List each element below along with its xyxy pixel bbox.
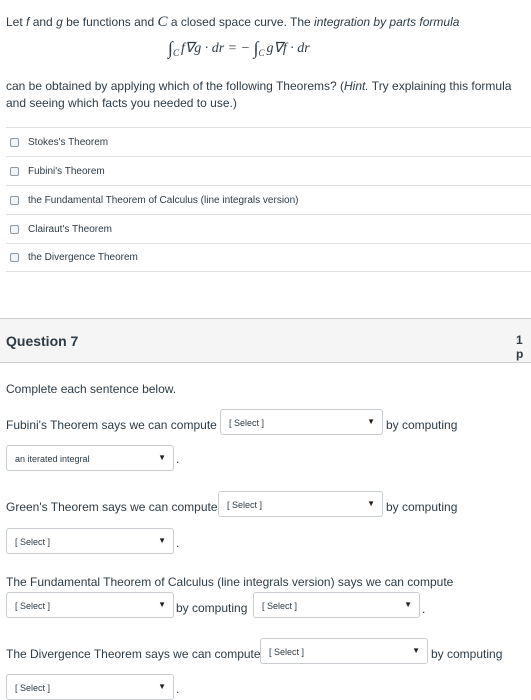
- sentence2-select-a[interactable]: [ Select ] ▼: [218, 491, 383, 517]
- sentence1-by: by computing: [386, 418, 458, 432]
- option-stokes[interactable]: Stokes's Theorem: [6, 127, 531, 156]
- sentence3-select-a[interactable]: [ Select ] ▼: [6, 592, 174, 618]
- checkbox-icon[interactable]: [10, 224, 19, 234]
- answer-options: Stokes's Theorem Fubini's Theorem the Fu…: [6, 127, 531, 272]
- option-divergence[interactable]: the Divergence Theorem: [6, 243, 531, 272]
- sentence1-select-b[interactable]: an iterated integral ▼: [6, 445, 174, 471]
- sentence3-by: by computing: [176, 601, 248, 615]
- chevron-down-icon: ▼: [404, 600, 412, 609]
- sentence2-text: Green's Theorem says we can compute: [6, 500, 218, 514]
- chevron-down-icon: ▼: [158, 600, 166, 609]
- question-prompt: can be obtained by applying which of the…: [6, 79, 512, 110]
- integration-by-parts-formula: ∫C f∇g · dr = − ∫C g∇f · dr: [168, 38, 310, 58]
- chevron-down-icon: ▼: [158, 536, 166, 545]
- sentence2-by: by computing: [386, 500, 458, 514]
- quiz-page: Let f and g be functions and C a closed …: [0, 0, 531, 700]
- checkbox-icon[interactable]: [10, 137, 19, 147]
- sentence4-select-b[interactable]: [ Select ] ▼: [6, 674, 174, 700]
- sentence2-select-b[interactable]: [ Select ] ▼: [6, 528, 174, 554]
- question-header: Question 7 1 p: [0, 318, 531, 363]
- checkbox-icon[interactable]: [10, 253, 19, 262]
- sentence4-by: by computing: [431, 647, 503, 661]
- chevron-down-icon: ▼: [412, 646, 420, 655]
- question-intro: Let f and g be functions and C a closed …: [6, 14, 460, 30]
- chevron-down-icon: ▼: [158, 682, 166, 691]
- question-title: Question 7: [6, 333, 79, 349]
- checkbox-icon[interactable]: [10, 195, 19, 205]
- option-ftc-line[interactable]: the Fundamental Theorem of Calculus (lin…: [6, 185, 531, 214]
- checkbox-icon[interactable]: [10, 166, 19, 176]
- chevron-down-icon: ▼: [367, 417, 375, 426]
- sentence4-select-a[interactable]: [ Select ] ▼: [260, 638, 428, 664]
- chevron-down-icon: ▼: [158, 453, 166, 462]
- chevron-down-icon: ▼: [367, 499, 375, 508]
- option-clairaut[interactable]: Clairaut's Theorem: [6, 214, 531, 243]
- sentence3-text: The Fundamental Theorem of Calculus (lin…: [6, 575, 454, 589]
- instruction-text: Complete each sentence below.: [6, 382, 177, 396]
- sentence1-select-a[interactable]: [ Select ] ▼: [220, 409, 383, 435]
- sentence3-select-b[interactable]: [ Select ] ▼: [253, 592, 420, 618]
- option-fubini[interactable]: Fubini's Theorem: [6, 156, 531, 185]
- question-points: 1 p: [516, 333, 524, 361]
- sentence4-text: The Divergence Theorem says we can compu…: [6, 647, 261, 661]
- sentence1-text: Fubini's Theorem says we can compute: [6, 418, 217, 432]
